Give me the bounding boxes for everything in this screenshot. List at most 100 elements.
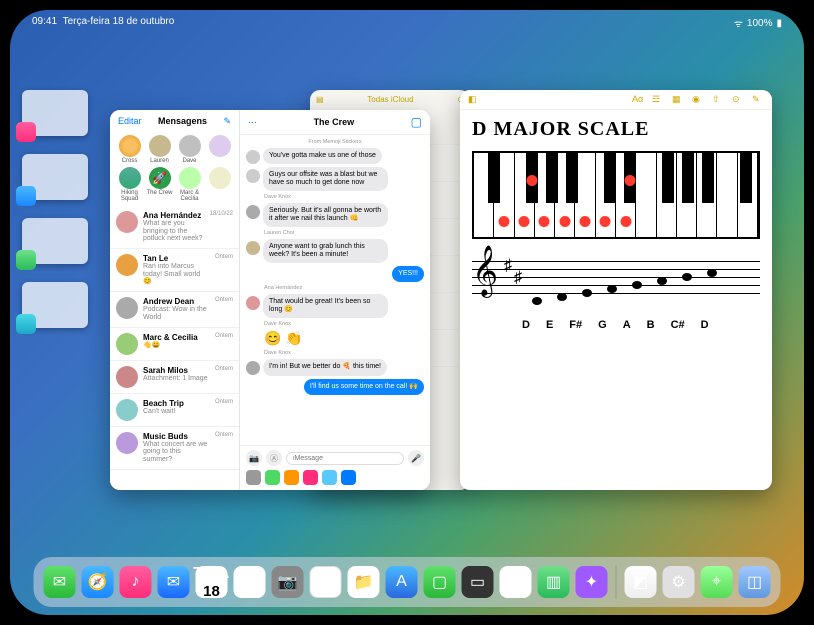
messages-sidebar: Editar Mensagens ✎ Cross Lauren Dave Hik…	[110, 110, 240, 490]
dock-music-icon[interactable]: ♪	[120, 566, 152, 598]
music-mini-icon[interactable]	[303, 470, 318, 485]
compose-icon[interactable]: ✎	[752, 94, 764, 106]
camera-icon[interactable]: 📷	[246, 450, 262, 466]
dock-keynote-icon[interactable]: ▭	[462, 566, 494, 598]
message-bubble-sent[interactable]: I'll find us some time on the cal! 🙌	[304, 379, 424, 395]
dock-settings-icon[interactable]: ⚙︎	[663, 566, 695, 598]
dock-files-icon[interactable]: 📁	[348, 566, 380, 598]
piano-drawing	[472, 151, 760, 239]
message-input[interactable]	[286, 452, 404, 465]
status-time: 09:41	[32, 16, 57, 27]
dock-separator	[616, 565, 617, 599]
message-bubble[interactable]: Guys our offsite was a blast but we have…	[263, 167, 388, 191]
message-bubble[interactable]: That would be great! It's been so long 😊	[263, 294, 388, 318]
memoji-mini-icon[interactable]	[265, 470, 280, 485]
app-drawer-icon[interactable]: Ⓐ	[266, 450, 282, 466]
conversation-row[interactable]: Ana HernándezWhat are you bringing to th…	[110, 206, 239, 249]
message-bubble[interactable]: Seriously. But it's all gonna be worth i…	[263, 203, 388, 227]
dock-numbers-icon[interactable]: ▥	[538, 566, 570, 598]
wifi-icon: ᯤ	[734, 16, 743, 30]
dock-freeform-icon[interactable]: ✦	[576, 566, 608, 598]
stage-item-music[interactable]	[22, 90, 88, 136]
dock-messages-icon[interactable]: ✉︎	[44, 566, 76, 598]
checklist-icon[interactable]: ☲	[652, 94, 664, 106]
stage-manager-strip	[22, 90, 92, 328]
dock-calendar-icon[interactable]: TER.18	[196, 566, 228, 598]
stage-item-tv[interactable]	[22, 154, 88, 200]
sticker-source-label: From Memoji Stickers	[246, 139, 424, 145]
conversation-row[interactable]: Marc & Cecilia👋😄Ontem	[110, 328, 239, 361]
status-bar: 09:41 Terça-feira 18 de outubro ᯤ 100% ▮	[10, 16, 804, 30]
pinned-4[interactable]	[206, 135, 233, 164]
stage-item-numbers[interactable]	[22, 218, 88, 264]
dock-pages-icon[interactable]: ✎	[500, 566, 532, 598]
pinned-hiking[interactable]: Hiking Squad	[116, 167, 143, 202]
treble-clef-icon: 𝄞	[472, 253, 498, 288]
message-bubble-sent[interactable]: YES!!!	[392, 266, 424, 282]
notes-folder-title: Todas iCloud	[367, 95, 413, 104]
battery-percent: 100%	[747, 18, 773, 29]
message-bubble[interactable]: Anyone want to grab lunch this week? It'…	[263, 239, 388, 263]
conversation-row[interactable]: Beach TripCan't wait!Ontem	[110, 394, 239, 427]
pinned-lauren[interactable]: Lauren	[146, 135, 173, 164]
ipad-screen: 09:41 Terça-feira 18 de outubro ᯤ 100% ▮…	[10, 10, 804, 615]
freeform-icon	[16, 314, 36, 334]
scale-letters: D E F# G A B C# D	[472, 319, 760, 331]
dock-facetime-icon[interactable]: ▢	[424, 566, 456, 598]
messages-window[interactable]: Editar Mensagens ✎ Cross Lauren Dave Hik…	[110, 110, 430, 490]
dock-photos-icon[interactable]: ❀	[234, 566, 266, 598]
notes-editor-window[interactable]: ◧ Aα ☲ ▦ ◉ ⇧ ⊙ ✎ D MAJOR SCALE	[460, 90, 772, 490]
pinned-dave[interactable]: Dave	[176, 135, 203, 164]
message-thread[interactable]: From Memoji Stickers You've gotta make u…	[240, 135, 430, 445]
sharp-icon: ♯	[504, 257, 512, 275]
notes-toolbar: ◧ Aα ☲ ▦ ◉ ⇧ ⊙ ✎	[460, 90, 772, 110]
dock-recent-1-icon[interactable]: ◩	[625, 566, 657, 598]
dock-maps-icon[interactable]: ⌖	[701, 566, 733, 598]
dock-notes-icon[interactable]: ✎	[310, 566, 342, 598]
dock-split-icon[interactable]: ◫	[739, 566, 771, 598]
conversation-list: Ana HernándezWhat are you bringing to th…	[110, 206, 239, 490]
messages-title: Mensagens	[158, 116, 207, 127]
camera-icon[interactable]: ◉	[692, 94, 704, 106]
dock-camera-icon[interactable]: 📷	[272, 566, 304, 598]
notes-canvas[interactable]: D MAJOR SCALE	[460, 110, 772, 339]
stickers-mini-icon[interactable]	[322, 470, 337, 485]
edit-button[interactable]: Editar	[118, 116, 142, 127]
conversation-row[interactable]: Andrew DeanPodcast: Wow in the WorldOnte…	[110, 292, 239, 327]
format-icon[interactable]: Aα	[632, 94, 644, 106]
photos-mini-icon[interactable]	[284, 470, 299, 485]
sidebar-toggle-icon[interactable]: ◧	[468, 94, 477, 105]
table-icon[interactable]: ▦	[672, 94, 684, 106]
more-mini-icon[interactable]	[341, 470, 356, 485]
stage-item-freeform[interactable]	[22, 282, 88, 328]
pinned-marc[interactable]: Marc & Cecilia	[176, 167, 203, 202]
facetime-icon[interactable]: ▢	[411, 115, 422, 129]
dock-mail-icon[interactable]: ✉︎	[158, 566, 190, 598]
numbers-icon	[16, 250, 36, 270]
pinned-cross[interactable]: Cross	[116, 135, 143, 164]
message-bubble[interactable]: You've gotta make us one of those	[263, 148, 382, 164]
emoji-reaction[interactable]: 😊 👏	[264, 330, 303, 347]
store-mini-icon[interactable]	[246, 470, 261, 485]
dock-appstore-icon[interactable]: A	[386, 566, 418, 598]
conversation-row[interactable]: Tan LeRan into Marcus today! Small world…	[110, 249, 239, 292]
dock-safari-icon[interactable]: 🧭	[82, 566, 114, 598]
compose-icon[interactable]: ✎	[223, 116, 231, 127]
imessage-app-strip	[240, 470, 430, 490]
note-title: D MAJOR SCALE	[472, 118, 760, 141]
chat-input-bar: 📷 Ⓐ 🎤	[240, 445, 430, 470]
battery-icon: ▮	[776, 18, 782, 29]
sharp-icon: ♯	[514, 269, 522, 287]
chat-title[interactable]: The Crew	[314, 117, 355, 127]
share-icon[interactable]: ⇧	[712, 94, 724, 106]
conversation-row[interactable]: Music BudsWhat concert are we going to t…	[110, 427, 239, 470]
more-icon[interactable]: ⊙	[732, 94, 744, 106]
status-date: Terça-feira 18 de outubro	[63, 16, 175, 27]
conversation-row[interactable]: Sarah MilosAttachment: 1 ImageOntem	[110, 361, 239, 394]
music-icon	[16, 122, 36, 142]
message-bubble[interactable]: I'm in! But we better do 🍕 this time!	[263, 359, 387, 375]
mic-icon[interactable]: 🎤	[408, 450, 424, 466]
pinned-crew[interactable]: The Crew	[146, 167, 173, 202]
chat-menu-icon[interactable]: ⋯	[248, 117, 257, 128]
pinned-8[interactable]	[206, 167, 233, 202]
